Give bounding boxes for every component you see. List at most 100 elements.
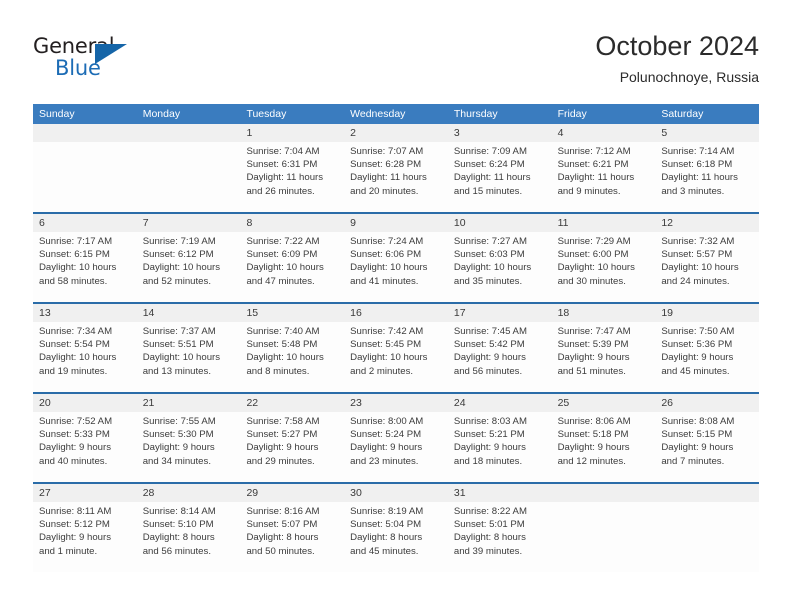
day-detail-line: and 56 minutes. — [453, 365, 523, 377]
day-cell-4[interactable]: Sunrise: 7:12 AM Sunset: 6:21 PM Daylight:… — [552, 142, 656, 212]
day-number-6[interactable]: 6 — [33, 214, 137, 232]
day-number-empty — [655, 484, 759, 502]
page-subtitle: Polunochnoye, Russia — [619, 69, 759, 85]
day-detail-line: Sunrise: 8:19 AM — [350, 506, 424, 517]
week-detail-cells: Sunrise: 7:04 AM Sunset: 6:31 PM Daylight:… — [33, 142, 759, 212]
day-number-20[interactable]: 20 — [33, 394, 137, 412]
day-cell-30[interactable]: Sunrise: 8:19 AM Sunset: 5:04 PM Daylight:… — [344, 502, 448, 572]
day-cell-23[interactable]: Sunrise: 8:00 AM Sunset: 5:24 PM Daylight:… — [344, 412, 448, 482]
day-number-24[interactable]: 24 — [448, 394, 552, 412]
calendar-grid: Sunday Monday Tuesday Wednesday Thursday Frid… — [33, 104, 759, 572]
day-number-29[interactable]: 29 — [240, 484, 344, 502]
day-cell-25[interactable]: Sunrise: 8:06 AM Sunset: 5:18 PM Daylight:… — [552, 412, 656, 482]
day-detail-line: Sunrise: 8:11 AM — [39, 506, 112, 517]
day-cell-15[interactable]: Sunrise: 7:40 AM Sunset: 5:48 PM Daylight:… — [240, 322, 344, 392]
day-cell-9[interactable]: Sunrise: 7:24 AM Sunset: 6:06 PM Daylight:… — [344, 232, 448, 302]
day-detail-line: Sunset: 6:03 PM — [453, 249, 525, 261]
day-detail-line: and 8 minutes. — [246, 365, 310, 377]
day-detail-line: Sunset: 6:18 PM — [661, 159, 733, 171]
day-cell-8[interactable]: Sunrise: 7:22 AM Sunset: 6:09 PM Daylight:… — [240, 232, 344, 302]
day-detail-line: Sunrise: 7:09 AM — [453, 146, 527, 157]
calendar-weeks: 1 2 3 4 5 Sunrise: 7:04 AM Sunset: 6:31 PM Dayl… — [33, 124, 759, 572]
day-cell-24[interactable]: Sunrise: 8:03 AM Sunset: 5:21 PM Daylight:… — [448, 412, 552, 482]
day-number-15[interactable]: 15 — [240, 304, 344, 322]
day-number-16[interactable]: 16 — [344, 304, 448, 322]
day-cell-3[interactable]: Sunrise: 7:09 AM Sunset: 6:24 PM Daylight:… — [448, 142, 552, 212]
day-cell-20[interactable]: Sunrise: 7:52 AM Sunset: 5:33 PM Daylight:… — [33, 412, 137, 482]
day-detail-line: Sunrise: 7:27 AM — [453, 236, 527, 247]
day-detail-line: and 41 minutes. — [350, 275, 419, 287]
day-detail-line: Sunrise: 7:58 AM — [246, 416, 320, 427]
day-number-9[interactable]: 9 — [344, 214, 448, 232]
day-number-17[interactable]: 17 — [448, 304, 552, 322]
day-cell-14[interactable]: Sunrise: 7:37 AM Sunset: 5:51 PM Daylight:… — [137, 322, 241, 392]
day-of-week-sunday: Sunday — [39, 108, 75, 120]
day-cell-11[interactable]: Sunrise: 7:29 AM Sunset: 6:00 PM Daylight:… — [552, 232, 656, 302]
day-number-31[interactable]: 31 — [448, 484, 552, 502]
day-cell-2[interactable]: Sunrise: 7:07 AM Sunset: 6:28 PM Daylight:… — [344, 142, 448, 212]
day-number-11[interactable]: 11 — [552, 214, 656, 232]
day-cell-18[interactable]: Sunrise: 7:47 AM Sunset: 5:39 PM Daylight:… — [552, 322, 656, 392]
day-cell-6[interactable]: Sunrise: 7:17 AM Sunset: 6:15 PM Daylight:… — [33, 232, 137, 302]
day-number-10[interactable]: 10 — [448, 214, 552, 232]
day-number-12[interactable]: 12 — [655, 214, 759, 232]
week-detail-cells: Sunrise: 7:34 AM Sunset: 5:54 PM Daylight:… — [33, 322, 759, 392]
calendar-week-row: 1 2 3 4 5 Sunrise: 7:04 AM Sunset: 6:31 PM Dayl… — [33, 124, 759, 214]
day-detail-line: and 30 minutes. — [557, 275, 626, 287]
day-cell-5[interactable]: Sunrise: 7:14 AM Sunset: 6:18 PM Daylight:… — [655, 142, 759, 212]
day-cell-10[interactable]: Sunrise: 7:27 AM Sunset: 6:03 PM Daylight:… — [448, 232, 552, 302]
day-detail-line: Daylight: 11 hours — [661, 172, 738, 184]
week-date-numbers: 27 28 29 30 31 — [33, 484, 759, 502]
day-detail-line: Sunrise: 7:07 AM — [350, 146, 424, 157]
day-number-30[interactable]: 30 — [344, 484, 448, 502]
day-number-26[interactable]: 26 — [655, 394, 759, 412]
day-detail-line: Sunset: 5:33 PM — [39, 429, 110, 441]
day-cell-1[interactable]: Sunrise: 7:04 AM Sunset: 6:31 PM Daylight:… — [240, 142, 344, 212]
day-cell-16[interactable]: Sunrise: 7:42 AM Sunset: 5:45 PM Daylight:… — [344, 322, 448, 392]
day-detail-line: and 19 minutes. — [39, 365, 108, 377]
day-number-23[interactable]: 23 — [344, 394, 448, 412]
day-number-28[interactable]: 28 — [137, 484, 241, 502]
day-number-18[interactable]: 18 — [552, 304, 656, 322]
day-detail-line: and 9 minutes. — [557, 185, 621, 197]
day-number-25[interactable]: 25 — [552, 394, 656, 412]
day-number-19[interactable]: 19 — [655, 304, 759, 322]
day-detail-line: Sunset: 6:00 PM — [557, 249, 629, 261]
day-cell-7[interactable]: Sunrise: 7:19 AM Sunset: 6:12 PM Daylight:… — [137, 232, 241, 302]
day-number-4[interactable]: 4 — [552, 124, 656, 142]
day-number-13[interactable]: 13 — [33, 304, 137, 322]
day-detail-line: Sunset: 5:18 PM — [557, 429, 629, 441]
day-number-1[interactable]: 1 — [240, 124, 344, 142]
day-cell-22[interactable]: Sunrise: 7:58 AM Sunset: 5:27 PM Daylight:… — [240, 412, 344, 482]
day-number-27[interactable]: 27 — [33, 484, 137, 502]
day-detail-line: and 20 minutes. — [350, 185, 419, 197]
day-number-3[interactable]: 3 — [448, 124, 552, 142]
day-detail-line: Sunrise: 8:00 AM — [350, 416, 424, 427]
day-of-week-thursday: Thursday — [453, 108, 498, 120]
day-cell-29[interactable]: Sunrise: 8:16 AM Sunset: 5:07 PM Daylight:… — [240, 502, 344, 572]
day-cell-28[interactable]: Sunrise: 8:14 AM Sunset: 5:10 PM Daylight:… — [137, 502, 241, 572]
day-cell-13[interactable]: Sunrise: 7:34 AM Sunset: 5:54 PM Daylight:… — [33, 322, 137, 392]
day-cell-31[interactable]: Sunrise: 8:22 AM Sunset: 5:01 PM Daylight:… — [448, 502, 552, 572]
day-cell-12[interactable]: Sunrise: 7:32 AM Sunset: 5:57 PM Daylight:… — [655, 232, 759, 302]
day-cell-19[interactable]: Sunrise: 7:50 AM Sunset: 5:36 PM Daylight:… — [655, 322, 759, 392]
day-number-5[interactable]: 5 — [655, 124, 759, 142]
day-cell-empty — [33, 142, 137, 212]
day-number-22[interactable]: 22 — [240, 394, 344, 412]
day-number-21[interactable]: 21 — [137, 394, 241, 412]
day-number-2[interactable]: 2 — [344, 124, 448, 142]
day-detail-line: Sunset: 5:36 PM — [661, 339, 733, 351]
day-cell-21[interactable]: Sunrise: 7:55 AM Sunset: 5:30 PM Daylight:… — [137, 412, 241, 482]
day-detail-line: Sunset: 5:51 PM — [142, 339, 214, 351]
day-detail-line: and 47 minutes. — [246, 275, 315, 287]
day-cell-26[interactable]: Sunrise: 8:08 AM Sunset: 5:15 PM Daylight:… — [655, 412, 759, 482]
day-detail-line: Daylight: 10 hours — [246, 262, 324, 274]
day-number-8[interactable]: 8 — [240, 214, 344, 232]
general-blue-logo[interactable]: General Blue — [33, 34, 153, 90]
day-number-14[interactable]: 14 — [137, 304, 241, 322]
day-detail-line: Sunset: 5:21 PM — [453, 429, 525, 441]
day-cell-17[interactable]: Sunrise: 7:45 AM Sunset: 5:42 PM Daylight:… — [448, 322, 552, 392]
day-cell-27[interactable]: Sunrise: 8:11 AM Sunset: 5:12 PM Daylight:… — [33, 502, 137, 572]
day-number-7[interactable]: 7 — [137, 214, 241, 232]
day-of-week-friday: Friday — [557, 108, 587, 120]
